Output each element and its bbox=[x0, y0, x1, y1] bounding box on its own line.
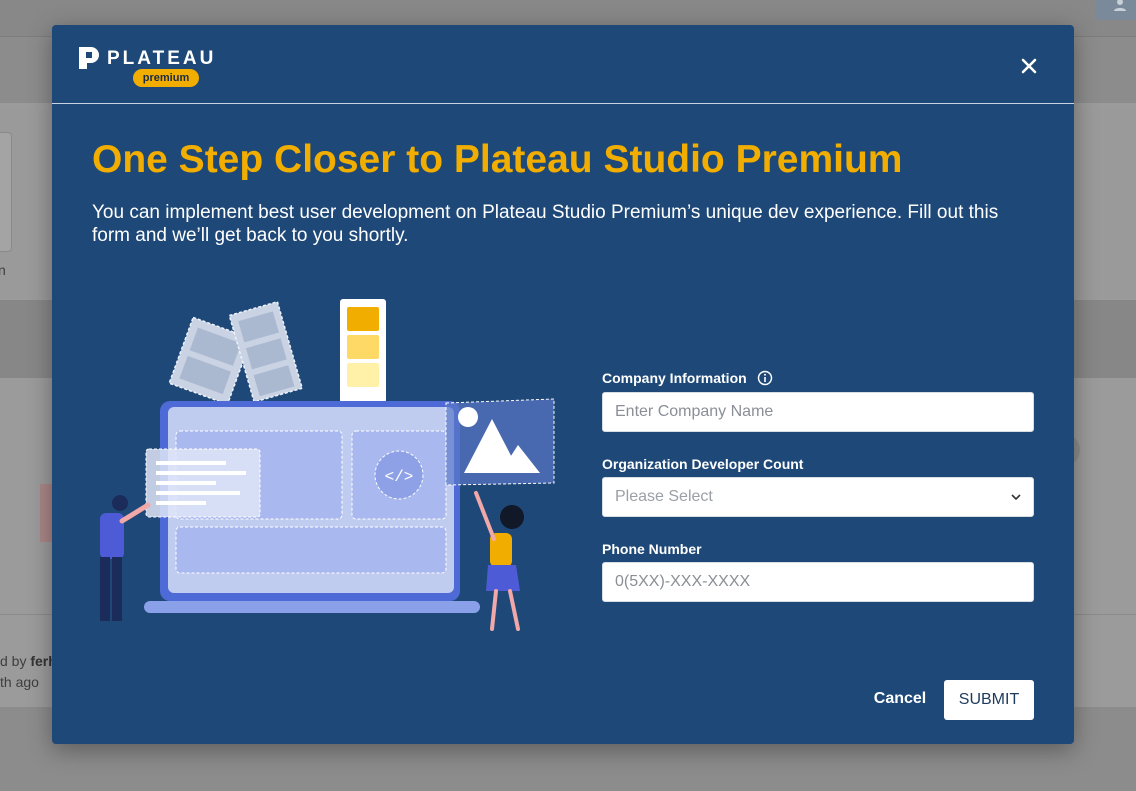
close-button[interactable] bbox=[1014, 51, 1044, 81]
company-name-input[interactable] bbox=[602, 392, 1034, 432]
developer-count-value: Please Select bbox=[615, 488, 713, 505]
cancel-button[interactable]: Cancel bbox=[860, 685, 940, 713]
svg-text:</>: </> bbox=[385, 468, 414, 486]
company-label: Company Information bbox=[602, 369, 773, 387]
premium-modal: PLATEAU premium One Step Closer to Plate… bbox=[52, 25, 1074, 744]
logo-wordmark: PLATEAU bbox=[107, 48, 217, 69]
submit-button[interactable]: SUBMIT bbox=[944, 680, 1034, 720]
background-author-line: d by ferh bbox=[0, 653, 57, 669]
modal-title: One Step Closer to Plateau Studio Premiu… bbox=[92, 138, 903, 181]
chevron-down-icon bbox=[1011, 494, 1021, 500]
background-author-prefix: d by bbox=[0, 653, 27, 669]
phone-number-input[interactable] bbox=[602, 562, 1034, 602]
plateau-logo: PLATEAU premium bbox=[79, 47, 213, 93]
developer-count-select[interactable]: Please Select bbox=[602, 477, 1034, 517]
add-user-icon bbox=[1114, 0, 1126, 11]
close-icon bbox=[1021, 58, 1037, 74]
premium-badge: premium bbox=[133, 69, 199, 87]
developer-illustration: </> bbox=[100, 299, 555, 631]
background-thumbnail bbox=[40, 484, 52, 542]
background-side-text: n bbox=[0, 262, 6, 278]
background-timestamp: th ago bbox=[0, 674, 39, 690]
modal-subtitle: You can implement best user development … bbox=[92, 202, 999, 246]
phone-label: Phone Number bbox=[602, 541, 702, 557]
background-add-user-button bbox=[1095, 0, 1136, 20]
developer-count-label: Organization Developer Count bbox=[602, 456, 804, 472]
company-label-text: Company Information bbox=[602, 370, 747, 386]
info-icon[interactable] bbox=[757, 370, 773, 386]
modal-header: PLATEAU premium bbox=[52, 25, 1074, 104]
plateau-logo-icon bbox=[79, 47, 99, 69]
background-card bbox=[0, 132, 12, 252]
